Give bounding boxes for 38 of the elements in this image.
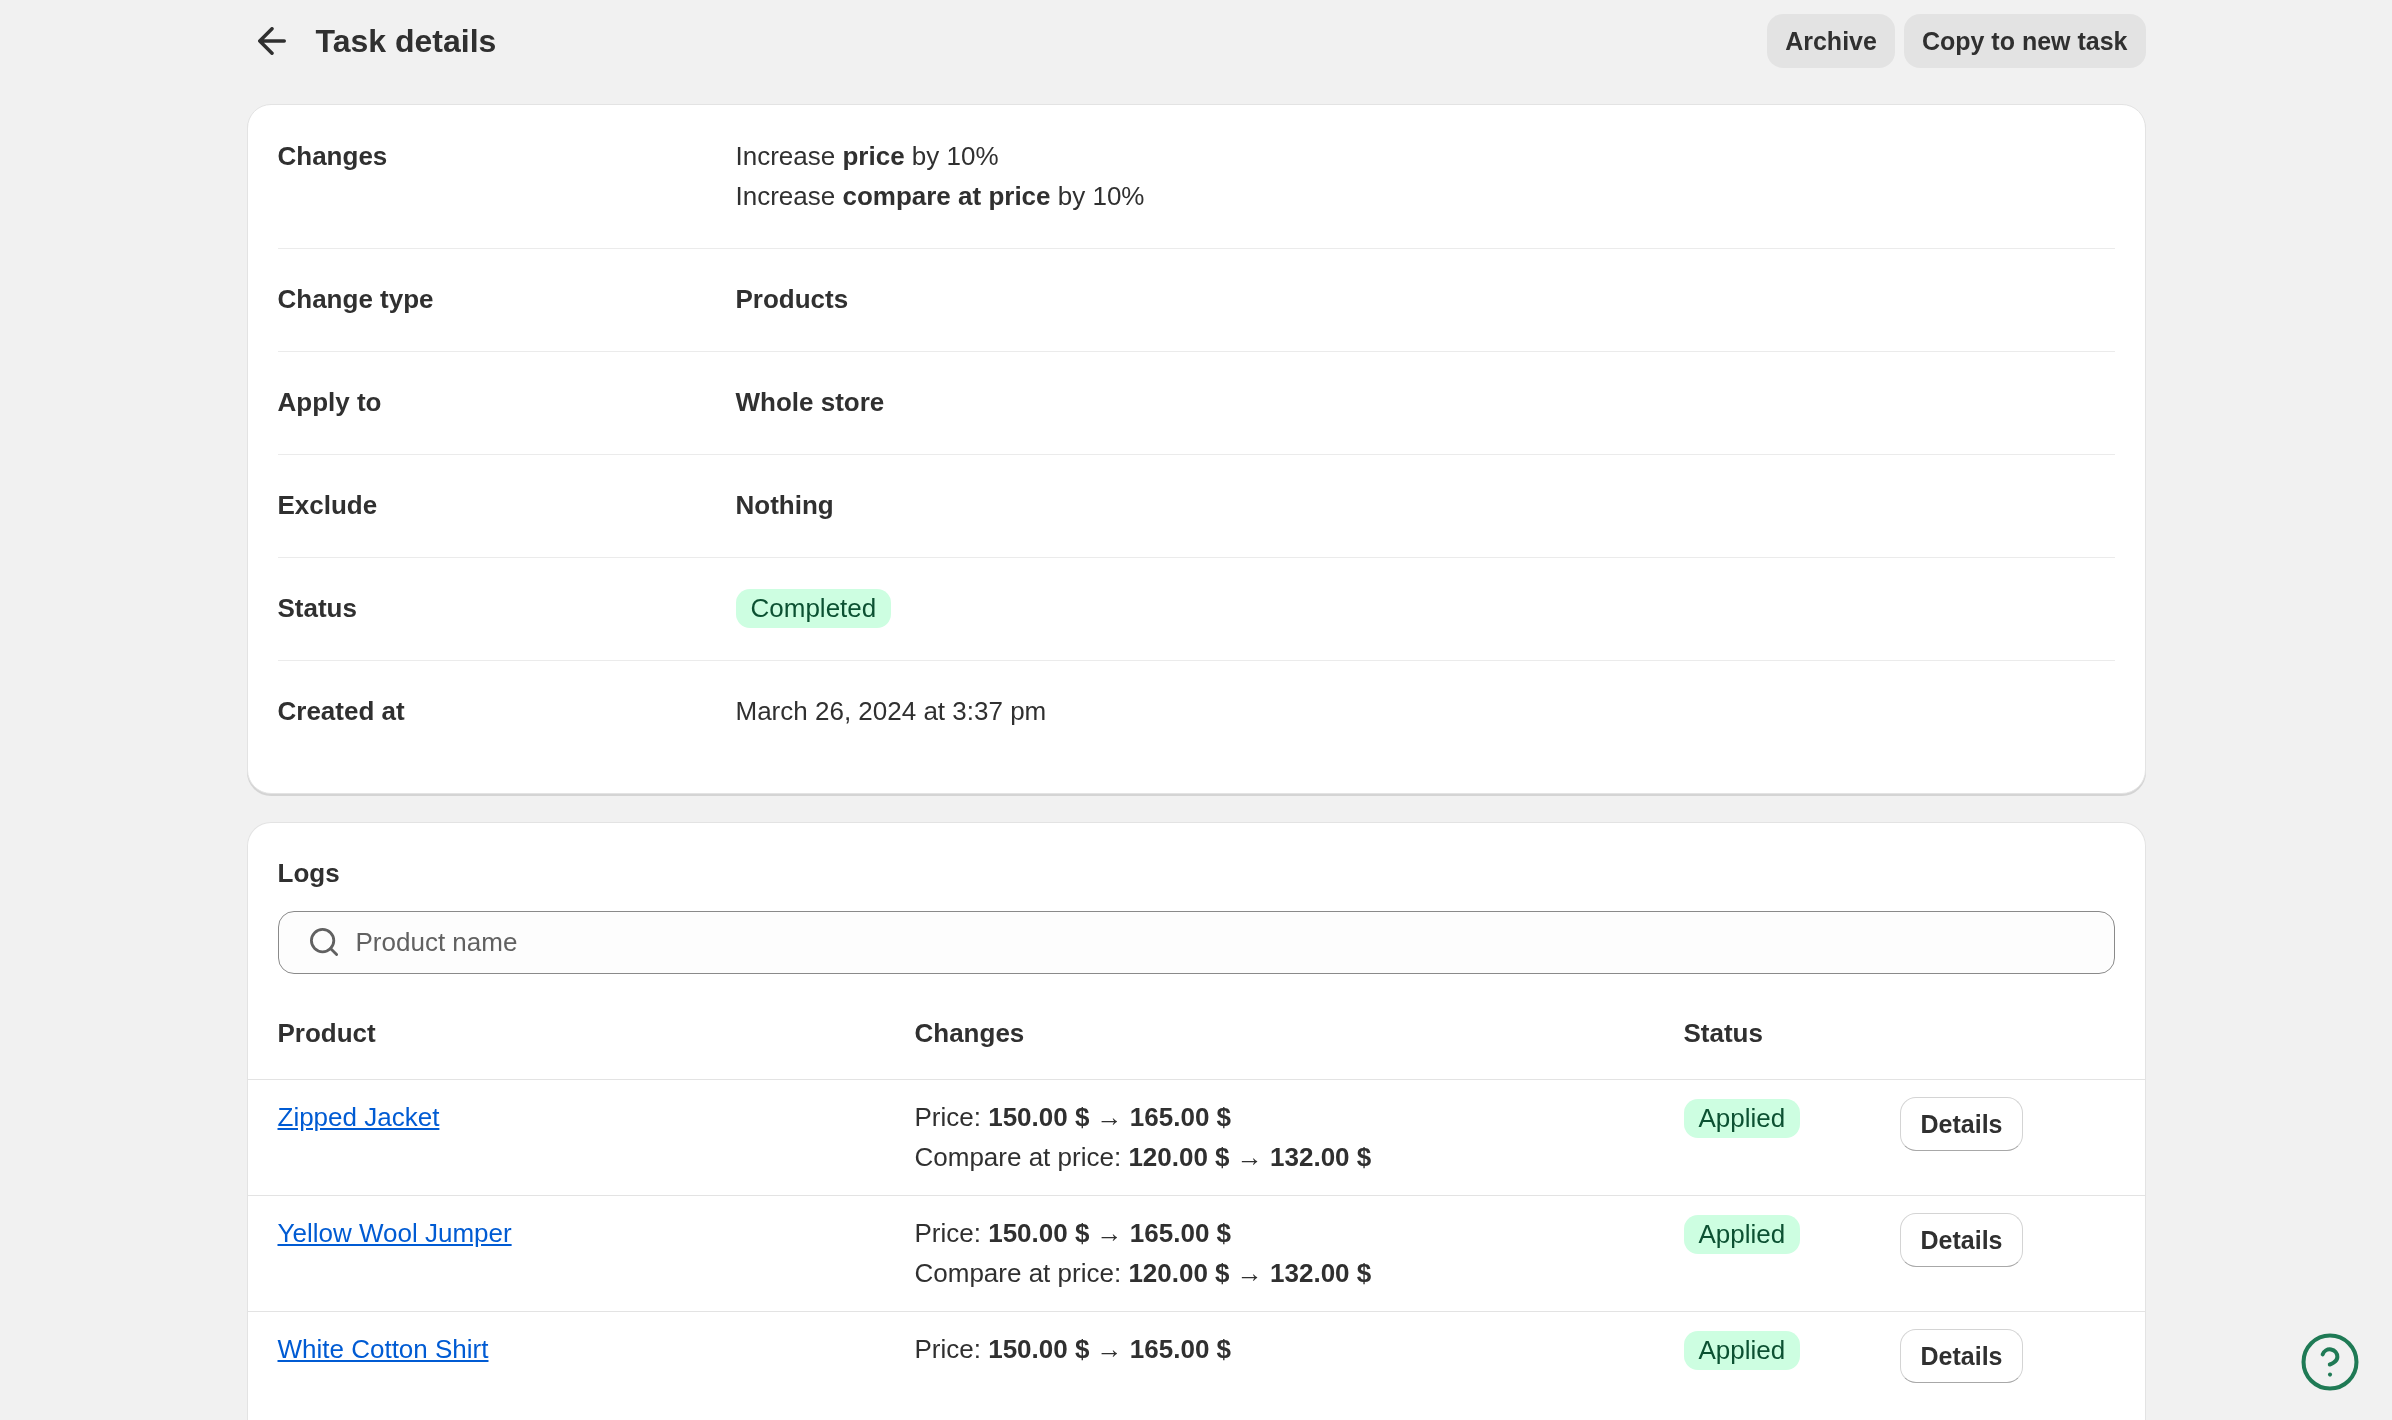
detail-value: March 26, 2024 at 3:37 pm (735, 695, 1048, 728)
status-badge: Applied (1683, 1331, 1801, 1370)
detail-label: Status (277, 592, 358, 625)
copy-to-new-task-button[interactable]: Copy to new task (1903, 14, 2146, 68)
column-header: Changes (914, 1017, 1026, 1050)
product-link[interactable]: Yellow Wool Jumper (277, 1213, 512, 1253)
price-change-text: Compare at price: 120.00 $ → 132.00 $ (914, 1141, 1372, 1174)
section-title: Logs (277, 857, 341, 890)
price-change-text: Price: 150.00 $ → 165.00 $ (914, 1333, 1232, 1366)
detail-label: Created at (277, 695, 406, 728)
status-badge: Applied (1683, 1099, 1801, 1138)
search-icon (309, 928, 338, 956)
change-description: Increase price by 10% (735, 140, 1000, 173)
column-header: Status (1683, 1017, 1764, 1050)
change-description: Increase compare at price by 10% (735, 180, 1146, 213)
arrow-left-icon[interactable] (257, 27, 286, 55)
detail-label: Change type (277, 283, 435, 316)
detail-label: Exclude (277, 489, 379, 522)
details-button[interactable]: Details (1899, 1097, 2024, 1151)
search-field[interactable]: Product name (277, 911, 2115, 974)
product-link[interactable]: Zipped Jacket (277, 1097, 440, 1137)
column-header: Product (277, 1017, 377, 1050)
detail-label: Changes (277, 140, 389, 173)
price-change-text: Price: 150.00 $ → 165.00 $ (914, 1101, 1232, 1134)
status-badge: Completed (735, 589, 892, 628)
detail-label: Apply to (277, 386, 383, 419)
archive-button[interactable]: Archive (1767, 14, 1895, 68)
detail-value: Whole store (735, 386, 886, 419)
detail-value: Nothing (735, 489, 835, 522)
price-change-text: Compare at price: 120.00 $ → 132.00 $ (914, 1257, 1372, 1290)
status-badge: Applied (1683, 1215, 1801, 1254)
product-link[interactable]: White Cotton Shirt (277, 1329, 489, 1369)
detail-value: Products (735, 283, 850, 316)
page-title: Task details (315, 22, 497, 61)
details-button[interactable]: Details (1899, 1213, 2024, 1267)
details-button[interactable]: Details (1899, 1329, 2024, 1383)
price-change-text: Price: 150.00 $ → 165.00 $ (914, 1217, 1232, 1250)
help-icon[interactable] (2301, 1333, 2359, 1391)
